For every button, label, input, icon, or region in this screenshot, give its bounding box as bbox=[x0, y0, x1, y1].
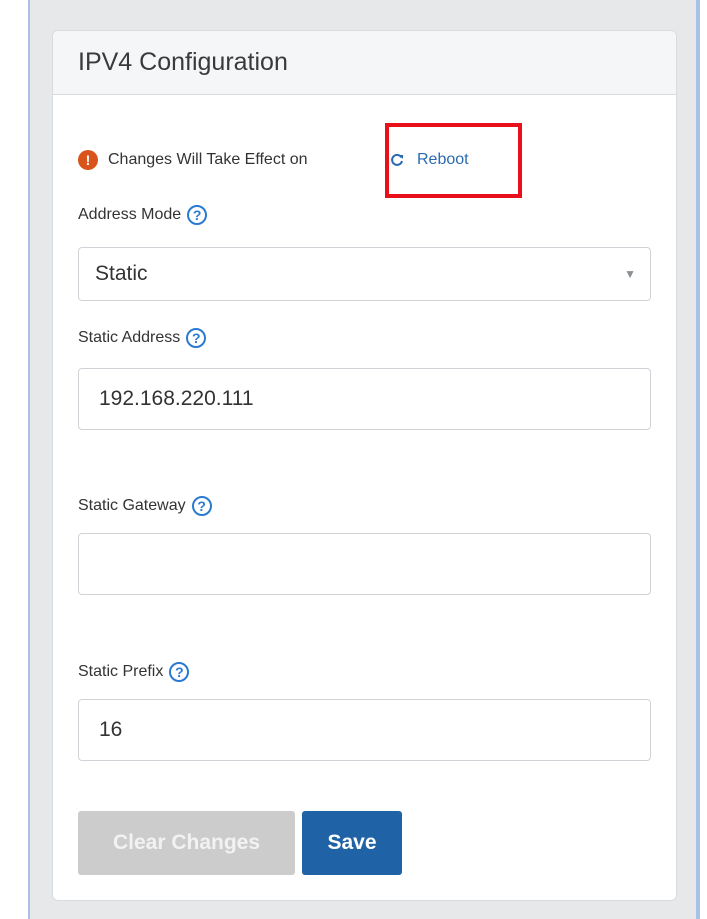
address-mode-value: Static bbox=[95, 262, 148, 285]
static-prefix-value: 16 bbox=[99, 718, 123, 741]
static-prefix-label: Static Prefix ? bbox=[78, 662, 190, 682]
help-icon[interactable]: ? bbox=[191, 496, 212, 516]
save-button[interactable]: Save bbox=[302, 811, 402, 875]
static-address-input[interactable]: 192.168.220.111 bbox=[78, 368, 651, 430]
notice-text: Changes Will Take Effect on bbox=[108, 151, 308, 168]
help-icon[interactable]: ? bbox=[186, 328, 207, 348]
static-gateway-label: Static Gateway ? bbox=[78, 496, 212, 516]
reboot-link[interactable]: Reboot bbox=[389, 148, 469, 172]
static-address-value: 192.168.220.111 bbox=[99, 387, 254, 410]
panel-header: IPV4 Configuration bbox=[53, 31, 676, 95]
refresh-icon bbox=[391, 153, 403, 166]
reboot-notice: ! Changes Will Take Effect on bbox=[78, 148, 308, 172]
panel-title: IPV4 Configuration bbox=[78, 48, 288, 76]
reboot-label[interactable]: Reboot bbox=[417, 151, 469, 169]
static-gateway-input[interactable] bbox=[78, 533, 651, 595]
static-prefix-input[interactable]: 16 bbox=[78, 699, 651, 761]
chevron-down-icon: ▼ bbox=[624, 267, 636, 281]
address-mode-label: Address Mode ? bbox=[78, 205, 208, 225]
address-mode-select[interactable]: Static ▼ bbox=[78, 247, 651, 301]
ipv4-config-panel: IPV4 Configuration ! Changes Will Take E… bbox=[52, 30, 677, 901]
clear-changes-button[interactable]: Clear Changes bbox=[78, 811, 295, 875]
static-address-label: Static Address ? bbox=[78, 328, 207, 348]
help-icon[interactable]: ? bbox=[169, 662, 190, 682]
exclamation-icon: ! bbox=[78, 150, 98, 170]
help-icon[interactable]: ? bbox=[187, 205, 208, 225]
